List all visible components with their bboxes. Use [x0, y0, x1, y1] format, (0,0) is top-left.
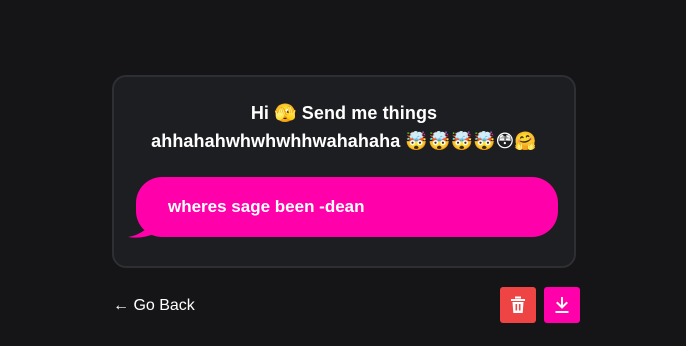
download-icon	[555, 297, 569, 313]
prompt-line-1: Hi 🫣 Send me things	[250, 103, 438, 123]
prompt-text: Hi 🫣 Send me things ahhahahwhwhwhhwahaha…	[114, 99, 574, 155]
page: Hi 🫣 Send me things ahhahahwhwhwhhwahaha…	[0, 0, 686, 346]
delete-button[interactable]	[500, 287, 536, 323]
message-text: wheres sage been -dean	[136, 177, 558, 237]
trash-icon	[511, 296, 525, 313]
go-back-link[interactable]: ← Go Back	[113, 296, 195, 316]
message-bubble: wheres sage been -dean	[128, 177, 558, 239]
prompt-line-2: ahhahahwhwhwhhwahahaha 🤯🤯🤯🤯😳🤗	[151, 131, 537, 151]
download-button[interactable]	[544, 287, 580, 323]
message-card: Hi 🫣 Send me things ahhahahwhwhwhhwahaha…	[112, 75, 576, 268]
